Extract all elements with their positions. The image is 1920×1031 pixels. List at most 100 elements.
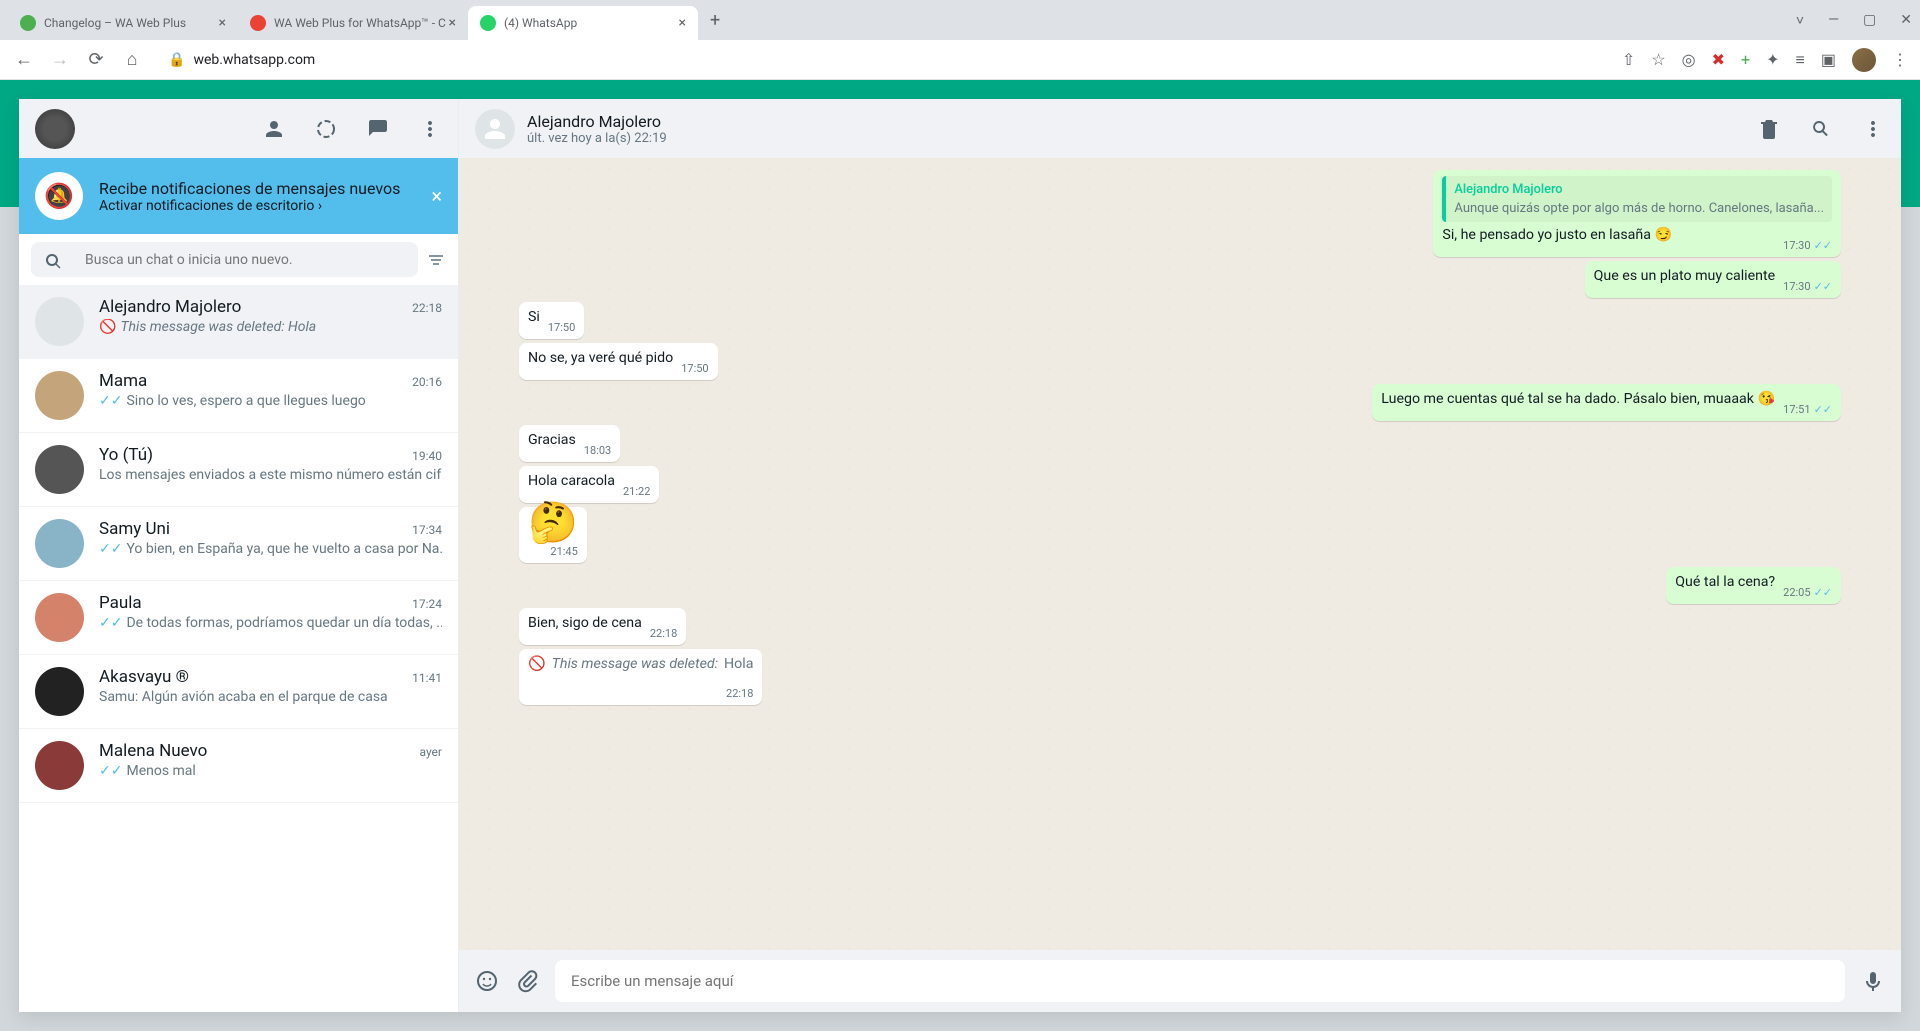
message-bubble[interactable]: Bien, sigo de cena22:18	[519, 608, 686, 645]
notification-banner[interactable]: 🔕 Recibe notificaciones de mensajes nuev…	[19, 158, 458, 234]
message-meta: 21:22	[623, 482, 650, 501]
search-input[interactable]	[85, 252, 406, 268]
back-button[interactable]: ←	[12, 49, 36, 70]
extensions-menu-icon[interactable]: ✦	[1766, 50, 1779, 69]
search-box[interactable]	[31, 242, 418, 277]
conversation-actions	[1757, 117, 1885, 141]
notification-text: Recibe notificaciones de mensajes nuevos…	[99, 179, 431, 214]
chat-list-item[interactable]: Akasvayu ®11:41Samu: Algún avión acaba e…	[19, 655, 458, 729]
maximize-icon[interactable]: ▢	[1863, 12, 1876, 29]
chat-info: Yo (Tú)19:40Los mensajes enviados a este…	[99, 445, 442, 494]
message-bubble[interactable]: Hola caracola 21:22	[519, 466, 659, 503]
read-check-icon: ✓✓	[1814, 236, 1832, 255]
chat-list-item[interactable]: Mama20:16✓✓ Sino lo ves, espero a que ll…	[19, 359, 458, 433]
share-icon[interactable]: ⇧	[1622, 50, 1635, 69]
reload-button[interactable]: ⟳	[84, 49, 108, 70]
tab-title: Changelog – WA Web Plus	[44, 16, 186, 30]
message-bubble[interactable]: Que es un plato muy caliente17:30✓✓	[1585, 261, 1841, 298]
profile-avatar[interactable]	[1852, 48, 1876, 72]
chat-time: 17:24	[412, 597, 442, 611]
message-bubble[interactable]: 🤔21:45	[519, 507, 587, 563]
filter-icon[interactable]	[426, 250, 446, 270]
message-input[interactable]	[555, 960, 1845, 1002]
message-meta: 17:30✓✓	[1783, 236, 1832, 255]
message-bubble[interactable]: Luego me cuentas qué tal se ha dado. Pás…	[1372, 384, 1841, 421]
message-time: 17:30	[1783, 277, 1810, 296]
message-bubble[interactable]: Si17:50	[519, 302, 584, 339]
chat-list[interactable]: Alejandro Majolero22:18🚫 This message wa…	[19, 285, 458, 1012]
extension-icon[interactable]: +	[1741, 50, 1750, 69]
chat-name: Samy Uni	[99, 519, 170, 539]
message-text: Si, he pensado yo justo en lasaña 😏	[1442, 227, 1672, 243]
sidebar: 🔕 Recibe notificaciones de mensajes nuev…	[19, 99, 459, 1012]
chat-list-item[interactable]: Samy Uni17:34✓✓ Yo bien, en España ya, q…	[19, 507, 458, 581]
contact-avatar[interactable]	[475, 109, 515, 149]
chat-info: Paula17:24✓✓ De todas formas, podríamos …	[99, 593, 442, 642]
close-icon[interactable]: ×	[431, 184, 442, 208]
chat-name: Alejandro Majolero	[99, 297, 241, 317]
prohibited-icon: 🚫	[99, 319, 116, 335]
forward-button[interactable]: →	[48, 49, 72, 70]
browser-menu-icon[interactable]: ⋮	[1892, 50, 1908, 69]
delete-icon[interactable]	[1757, 117, 1781, 141]
new-tab-button[interactable]: +	[710, 10, 720, 31]
message-time: 22:18	[650, 624, 677, 643]
close-icon[interactable]: ✕	[1900, 12, 1912, 29]
address-bar[interactable]: 🔒 web.whatsapp.com	[156, 46, 1610, 74]
chat-avatar	[35, 519, 84, 568]
contact-status: últ. vez hoy a la(s) 22:19	[527, 131, 1757, 146]
chevron-down-icon[interactable]: ˅	[1796, 12, 1804, 29]
message-time: 17:30	[1783, 236, 1810, 255]
minimize-icon[interactable]: —	[1828, 12, 1839, 29]
menu-icon[interactable]	[1861, 117, 1885, 141]
my-avatar[interactable]	[35, 109, 75, 149]
chat-preview-text: This message was deleted: Hola	[120, 319, 316, 335]
menu-icon[interactable]	[418, 117, 442, 141]
browser-tab-active[interactable]: (4) WhatsApp ×	[468, 6, 698, 40]
conversation-header[interactable]: Alejandro Majolero últ. vez hoy a la(s) …	[459, 99, 1901, 158]
tab-close-icon[interactable]: ×	[449, 15, 456, 31]
message-bubble[interactable]: 🚫This message was deleted: Hola22:18	[519, 649, 762, 705]
status-icon[interactable]	[314, 117, 338, 141]
chat-list-item[interactable]: Yo (Tú)19:40Los mensajes enviados a este…	[19, 433, 458, 507]
chat-preview: ✓✓ Sino lo ves, espero a que llegues lue…	[99, 393, 442, 409]
message-meta: 17:30✓✓	[1783, 277, 1832, 296]
new-chat-icon[interactable]	[366, 117, 390, 141]
message-time: 21:22	[623, 482, 650, 501]
app-background: 🔕 Recibe notificaciones de mensajes nuev…	[0, 80, 1920, 1031]
mic-icon[interactable]	[1861, 969, 1885, 993]
message-bubble[interactable]: Qué tal la cena?22:05✓✓	[1666, 567, 1841, 604]
attach-icon[interactable]	[515, 969, 539, 993]
notification-title: Recibe notificaciones de mensajes nuevos	[99, 179, 431, 198]
tab-close-icon[interactable]: ×	[679, 15, 686, 31]
message-row: Si17:50	[519, 302, 1841, 339]
notification-link[interactable]: Activar notificaciones de escritorio ›	[99, 198, 431, 214]
bookmark-icon[interactable]: ☆	[1651, 50, 1665, 69]
extension-icon[interactable]: ✖	[1712, 50, 1725, 69]
chat-list-item[interactable]: Paula17:24✓✓ De todas formas, podríamos …	[19, 581, 458, 655]
extension-icon[interactable]: ◎	[1682, 50, 1696, 69]
message-text: Qué tal la cena?	[1675, 574, 1775, 590]
messages-area[interactable]: Alejandro MajoleroAunque quizás opte por…	[459, 158, 1901, 950]
quoted-message[interactable]: Alejandro MajoleroAunque quizás opte por…	[1442, 176, 1832, 222]
side-panel-icon[interactable]: ▣	[1821, 50, 1836, 69]
emoji-icon[interactable]	[475, 969, 499, 993]
sidebar-actions	[262, 117, 442, 141]
home-button[interactable]: ⌂	[120, 49, 144, 70]
message-text: Hola caracola	[528, 473, 615, 489]
chat-list-item[interactable]: Malena Nuevoayer✓✓ Menos mal	[19, 729, 458, 803]
tab-close-icon[interactable]: ×	[219, 15, 226, 31]
chat-info: Alejandro Majolero22:18🚫 This message wa…	[99, 297, 442, 346]
browser-tab[interactable]: WA Web Plus for WhatsApp™ - C ×	[238, 6, 468, 40]
search-icon[interactable]	[1809, 117, 1833, 141]
message-row: No se, ya veré qué pido17:50	[519, 343, 1841, 380]
message-bubble[interactable]: Gracias18:03	[519, 425, 620, 462]
message-bubble[interactable]: No se, ya veré qué pido17:50	[519, 343, 718, 380]
chat-preview: ✓✓ Yo bien, en España ya, que he vuelto …	[99, 541, 442, 557]
browser-tab[interactable]: Changelog – WA Web Plus ×	[8, 6, 238, 40]
chat-list-item[interactable]: Alejandro Majolero22:18🚫 This message wa…	[19, 285, 458, 359]
reading-list-icon[interactable]: ≡	[1796, 50, 1805, 70]
communities-icon[interactable]	[262, 117, 286, 141]
read-check-icon: ✓✓	[99, 615, 122, 631]
message-bubble[interactable]: Alejandro MajoleroAunque quizás opte por…	[1433, 170, 1841, 257]
